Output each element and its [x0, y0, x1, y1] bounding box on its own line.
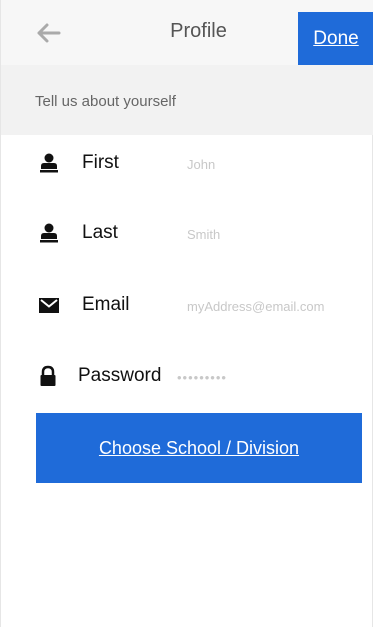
- person-icon: [40, 153, 58, 173]
- done-button[interactable]: Done: [298, 12, 373, 65]
- email-row: Email: [1, 276, 373, 336]
- last-name-label: Last: [82, 222, 118, 243]
- email-label: Email: [82, 294, 130, 315]
- password-label: Password: [78, 365, 162, 386]
- last-name-row: Last: [1, 204, 373, 264]
- lock-icon: [40, 365, 56, 386]
- password-row: Password: [1, 347, 373, 407]
- arrow-left-icon: [37, 23, 61, 43]
- password-input[interactable]: [177, 365, 357, 389]
- profile-screen: Profile Done Tell us about yourself Firs…: [0, 0, 373, 627]
- section-header-text: Tell us about yourself: [35, 93, 176, 110]
- person-icon: [40, 223, 58, 243]
- envelope-icon: [39, 298, 59, 313]
- last-name-input[interactable]: [187, 222, 367, 246]
- email-input[interactable]: [187, 294, 367, 318]
- section-header: Tell us about yourself: [1, 65, 373, 135]
- first-name-input[interactable]: [187, 152, 367, 176]
- first-name-row: First: [1, 134, 373, 194]
- nav-bar: Profile Done: [1, 0, 373, 65]
- page-title: Profile: [170, 20, 227, 42]
- back-button[interactable]: [29, 18, 67, 48]
- choose-school-button[interactable]: Choose School / Division: [36, 413, 362, 483]
- first-name-label: First: [82, 152, 119, 173]
